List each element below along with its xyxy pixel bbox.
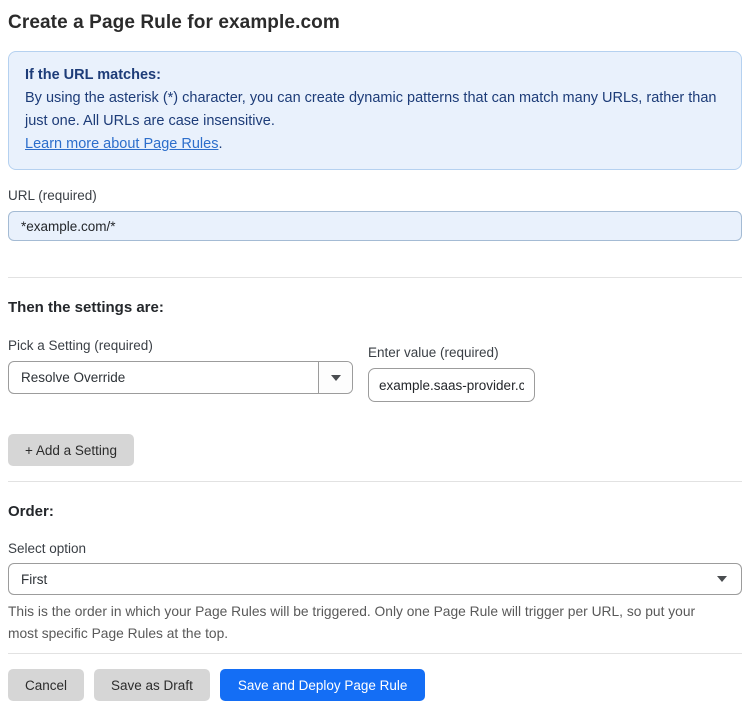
settings-heading: Then the settings are: [8,299,164,316]
setting-picker-value: Resolve Override [21,370,126,385]
link-suffix: . [218,136,223,152]
learn-more-link[interactable]: Learn more about Page Rules [25,136,218,152]
order-help-text: This is the order in which your Page Rul… [8,604,696,641]
page-title: Create a Page Rule for example.com [8,12,340,33]
settings-row: Pick a Setting (required) Resolve Overri… [8,338,742,402]
value-column: Enter value (required) [368,338,535,402]
cancel-button[interactable]: Cancel [8,669,85,701]
order-dropdown[interactable]: First [8,563,742,595]
divider [8,277,742,278]
info-box-body: By using the asterisk (*) character, you… [25,90,717,129]
url-input[interactable] [8,211,742,241]
add-setting-button[interactable]: + Add a Setting [8,434,134,466]
divider [8,653,742,654]
setting-picker-column: Pick a Setting (required) Resolve Overri… [8,338,353,394]
setting-picker-arrow-button[interactable] [318,362,352,393]
url-section: URL (required) [8,188,742,241]
info-box-link-line: Learn more about Page Rules. [25,133,725,156]
chevron-down-icon [717,576,727,582]
order-heading: Order: [8,503,54,520]
divider [8,481,742,482]
url-matches-info-box: If the URL matches: By using the asteris… [8,51,742,170]
order-select-label: Select option [8,541,87,556]
actions-row: Cancel Save as Draft Save and Deploy Pag… [8,669,742,701]
save-as-draft-button[interactable]: Save as Draft [94,669,210,701]
chevron-down-icon [330,374,341,381]
setting-picker-dropdown[interactable]: Resolve Override [8,361,353,394]
order-selected-value: First [21,571,48,587]
setting-value-input[interactable] [368,368,535,402]
url-label: URL (required) [8,188,97,203]
info-box-heading: If the URL matches: [25,67,161,83]
enter-value-label: Enter value (required) [368,345,499,360]
save-and-deploy-button[interactable]: Save and Deploy Page Rule [219,669,426,701]
setting-picker-label: Pick a Setting (required) [8,338,153,353]
